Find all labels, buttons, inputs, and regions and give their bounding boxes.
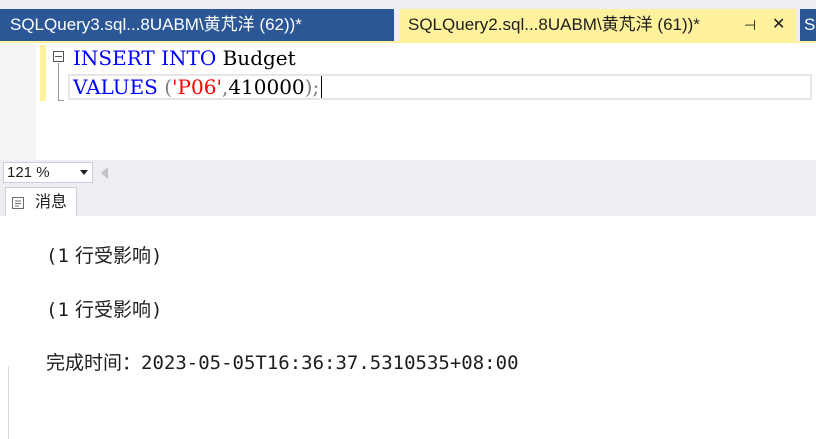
tab-messages-label: 消息: [35, 192, 68, 211]
message-text: 行受影响: [74, 245, 151, 267]
message-icon: [12, 197, 24, 209]
tab-messages[interactable]: 消息: [5, 187, 77, 216]
message-text: 行受影响: [74, 299, 151, 321]
outline-guide: [58, 63, 59, 101]
message-paren-close: ): [150, 299, 163, 321]
change-indicator-bar: [40, 45, 46, 101]
completion-time-line: 完成时间：2023-05-05T16:36:37.5310535+08:00: [46, 350, 519, 376]
zoom-bar: 121 %: [0, 160, 816, 185]
message-line-1: (1 行受影响): [46, 243, 162, 269]
zoom-value: 121 %: [7, 164, 50, 181]
message-line-2: (1 行受影响): [46, 297, 162, 323]
code-line-2[interactable]: VALUES ('P06',410000);: [73, 74, 323, 100]
message-paren-close: ): [150, 245, 163, 267]
results-tab-strip: 消息: [0, 185, 816, 216]
keyword-into: INTO: [161, 46, 217, 70]
completion-label: 完成时间：: [46, 352, 142, 374]
editor-gutter: [0, 43, 36, 160]
code-line-1[interactable]: INSERT INTO Budget: [73, 45, 296, 71]
messages-panel[interactable]: (1 行受影响) (1 行受影响) 完成时间：2023-05-05T16:36:…: [0, 216, 816, 439]
outline-guide-end: [58, 100, 64, 101]
message-paren-open: (: [46, 245, 58, 267]
query-editor[interactable]: INSERT INTO Budget VALUES ('P06',410000)…: [0, 43, 816, 160]
message-count: 1: [57, 245, 69, 267]
string-literal: 'P06': [172, 75, 222, 99]
tab-overflow[interactable]: S: [800, 9, 816, 41]
messages-left-border: [8, 366, 9, 439]
keyword-insert: INSERT: [73, 46, 155, 70]
number-literal: 410000: [228, 75, 305, 99]
open-paren: (: [157, 75, 173, 99]
keyword-values: VALUES: [73, 75, 158, 99]
completion-timestamp: 2023-05-05T16:36:37.5310535+08:00: [141, 352, 519, 374]
message-paren-open: (: [46, 299, 58, 321]
tab-overflow-label: S: [804, 15, 816, 34]
collapse-outline-icon[interactable]: [53, 51, 64, 62]
scroll-left-icon[interactable]: [101, 167, 108, 179]
tab-sqlquery2[interactable]: SQLQuery2.sql...8UABM\黄芃洋 (61))* ⊣ ✕: [400, 9, 796, 41]
table-name: Budget: [222, 46, 296, 70]
zoom-dropdown[interactable]: 121 %: [3, 162, 93, 183]
text-caret: [321, 76, 323, 98]
chevron-down-icon[interactable]: [80, 170, 88, 175]
tab-sqlquery3[interactable]: SQLQuery3.sql...8UABM\黄芃洋 (62))*: [0, 9, 394, 41]
message-count: 1: [57, 299, 69, 321]
close-paren-semicolon: );: [304, 75, 320, 99]
pin-icon[interactable]: ⊣: [744, 9, 756, 41]
close-icon[interactable]: ✕: [772, 9, 785, 41]
document-tab-strip: SQLQuery3.sql...8UABM\黄芃洋 (62))* SQLQuer…: [0, 0, 816, 41]
tab-sqlquery2-label: SQLQuery2.sql...8UABM\黄芃洋 (61))*: [408, 15, 700, 34]
tab-sqlquery3-label: SQLQuery3.sql...8UABM\黄芃洋 (62))*: [10, 15, 302, 34]
